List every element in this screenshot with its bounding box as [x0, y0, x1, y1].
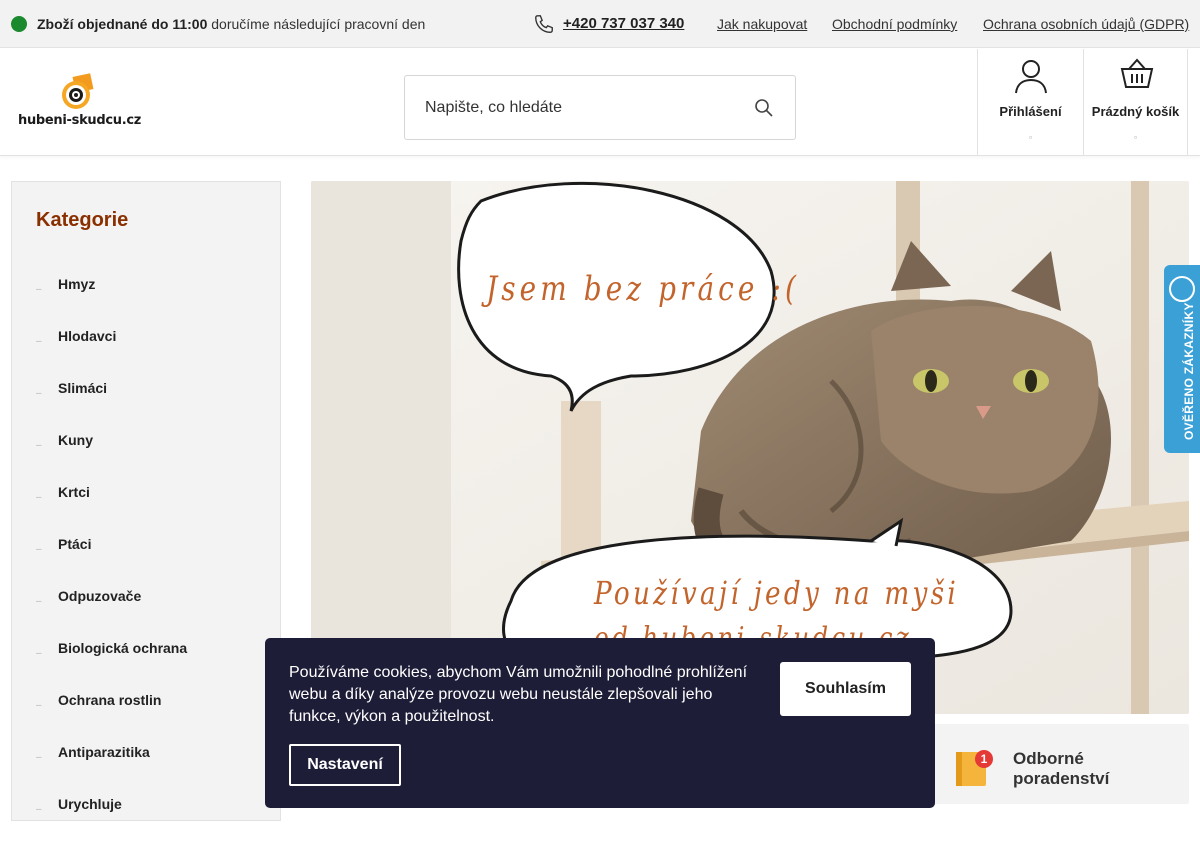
category-label: Hmyz	[58, 276, 96, 292]
logo-target-icon	[62, 73, 94, 109]
banner-slogan-top: Jsem bez práce :(	[486, 269, 800, 309]
category-item-kuny[interactable]: – Kuny	[12, 432, 280, 484]
category-sidebar: Kategorie – Hmyz – Hlodavci – Slimáci – Kuny…	[11, 181, 281, 821]
category-label: Antiparazitika	[58, 744, 150, 760]
login-label: Přihlášení	[999, 104, 1062, 119]
category-item-hmyz[interactable]: – Hmyz	[12, 276, 280, 328]
phone-icon	[535, 15, 553, 33]
category-label: Ptáci	[58, 536, 92, 552]
status-dot-icon	[11, 16, 27, 32]
advice-book-icon: 1	[956, 750, 993, 786]
cart-caret-icon: ▫	[1134, 133, 1137, 142]
bullet-icon: –	[36, 284, 42, 295]
phone-link[interactable]: +420 737 037 340	[563, 15, 684, 32]
category-item-slimaci[interactable]: – Slimáci	[12, 380, 280, 432]
bullet-icon: –	[36, 752, 42, 763]
link-how-to-shop[interactable]: Jak nakupovat	[717, 16, 807, 32]
category-item-urychluje[interactable]: – Urychluje	[12, 796, 280, 848]
search-input[interactable]	[405, 76, 745, 139]
category-label: Urychluje	[58, 796, 122, 812]
site-header: hubeni-skudcu.cz Přihlášení ▫ Prázdný ko…	[0, 49, 1200, 156]
cookie-consent-bar: Používáme cookies, abychom Vám umožnili …	[265, 638, 935, 808]
cookie-settings-button[interactable]: Nastavení	[289, 744, 401, 786]
cart-label: Prázdný košík	[1091, 104, 1180, 119]
bullet-icon: –	[36, 804, 42, 815]
delivery-text: doručíme následující pracovní den	[207, 16, 426, 32]
logo-text: hubeni-skudcu.cz	[18, 113, 142, 128]
category-label: Krtci	[58, 484, 90, 500]
category-label: Biologická ochrana	[58, 640, 188, 656]
login-caret-icon: ▫	[1029, 133, 1032, 142]
hero-banner[interactable]: Jsem bez práce :( Používají jedy na myši…	[311, 181, 1189, 714]
category-item-hlodavci[interactable]: – Hlodavci	[12, 328, 280, 380]
login-button[interactable]: Přihlášení ▫	[977, 49, 1083, 156]
category-item-biologicka-ochrana[interactable]: – Biologická ochrana	[12, 640, 280, 692]
cookie-agree-button[interactable]: Souhlasím	[780, 662, 911, 716]
category-item-krtci[interactable]: – Krtci	[12, 484, 280, 536]
bullet-icon: –	[36, 596, 42, 607]
link-terms[interactable]: Obchodní podmínky	[832, 16, 957, 32]
category-item-odpuzovace[interactable]: – Odpuzovače	[12, 588, 280, 640]
advice-badge-number: 1	[981, 752, 988, 766]
basket-icon	[1120, 58, 1154, 88]
bullet-icon: –	[36, 492, 42, 503]
verified-seal-icon	[1169, 276, 1195, 302]
verified-customers-badge[interactable]: OVĚŘENO ZÁKAZNÍKY	[1164, 265, 1200, 453]
bullet-icon: –	[36, 336, 42, 347]
cookie-message: Používáme cookies, abychom Vám umožnili …	[289, 664, 748, 725]
search-icon[interactable]	[754, 98, 774, 118]
link-gdpr[interactable]: Ochrana osobních údajů (GDPR)	[983, 16, 1189, 32]
category-item-ptaci[interactable]: – Ptáci	[12, 536, 280, 588]
category-label: Kuny	[58, 432, 93, 448]
banner-slogan-bottom-line1: Používají jedy na myši	[594, 574, 960, 612]
top-info-bar: Zboží objednané do 11:00 doručíme násled…	[0, 0, 1200, 48]
delivery-info: Zboží objednané do 11:00 doručíme násled…	[37, 16, 425, 32]
bullet-icon: –	[36, 388, 42, 399]
category-label: Hlodavci	[58, 328, 117, 344]
category-label: Odpuzovače	[58, 588, 142, 604]
verified-label: OVĚŘENO ZÁKAZNÍKY	[1182, 302, 1196, 440]
bullet-icon: –	[36, 544, 42, 555]
cart-button[interactable]: Prázdný košík ▫	[1083, 49, 1188, 156]
delivery-deadline: Zboží objednané do 11:00	[37, 16, 208, 32]
bullet-icon: –	[36, 700, 42, 711]
search-box	[404, 75, 796, 140]
expert-advice-box[interactable]: 1 Odborné poradenství	[930, 724, 1189, 804]
category-item-antiparazitika[interactable]: – Antiparazitika	[12, 744, 280, 796]
advice-label: Odborné poradenství	[1013, 749, 1110, 788]
category-item-ochrana-rostlin[interactable]: – Ochrana rostlin	[12, 692, 280, 744]
category-label: Ochrana rostlin	[58, 692, 162, 708]
sidebar-title: Kategorie	[36, 209, 129, 231]
site-logo[interactable]: hubeni-skudcu.cz	[16, 71, 146, 133]
bullet-icon: –	[36, 440, 42, 451]
category-label: Slimáci	[58, 380, 108, 396]
bullet-icon: –	[36, 648, 42, 659]
user-icon	[1015, 60, 1047, 94]
